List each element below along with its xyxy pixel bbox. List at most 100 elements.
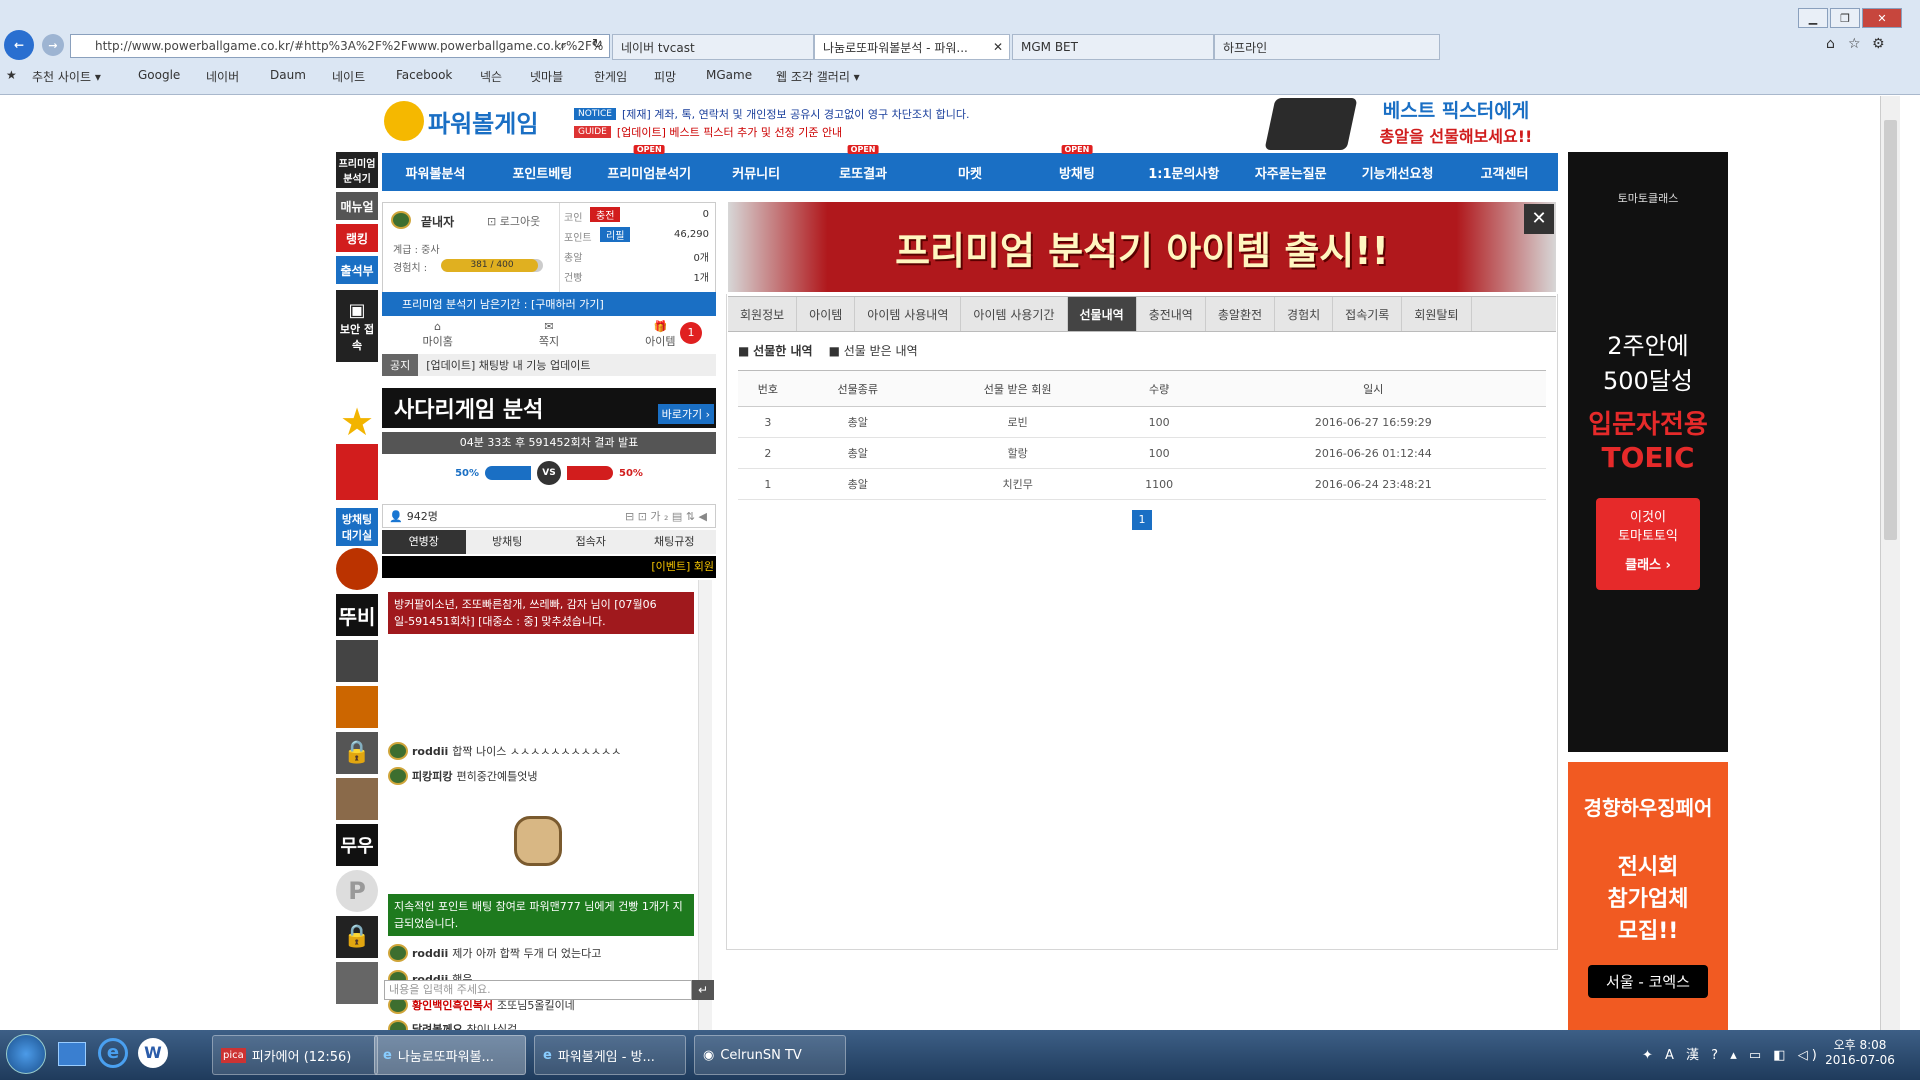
mypage-tab[interactable]: 접속기록 [1333, 297, 1403, 331]
address-bar[interactable]: http://www.powerballgame.co.kr/#http%3A%… [70, 34, 610, 58]
task-celrun[interactable]: ◉ CelrunSN TV [694, 1035, 846, 1075]
room-muu[interactable]: 무우 [336, 824, 378, 866]
item-button[interactable]: 🎁 아이템 1 [605, 320, 716, 352]
minimize-button[interactable]: ▁ [1798, 8, 1828, 28]
mypage-tab[interactable]: 총알환전 [1206, 297, 1276, 331]
word-icon[interactable]: W [138, 1038, 168, 1068]
filter-received[interactable]: ■ 선물 받은 내역 [829, 342, 918, 359]
side-attendance[interactable]: 출석부 [336, 256, 378, 284]
close-window-button[interactable]: ✕ [1862, 8, 1902, 28]
refresh-icon[interactable]: ↻ [592, 37, 603, 52]
favorites-star-icon[interactable]: ★ [6, 68, 17, 82]
side-room-chat[interactable]: 방채팅 대기실 [336, 508, 378, 546]
site-notice[interactable]: 공지 [업데이트] 채팅방 내 기능 업데이트 [382, 354, 716, 376]
mypage-tab[interactable]: 충전내역 [1137, 297, 1206, 331]
side-premium[interactable]: 프리미엄 분석기 [336, 152, 378, 188]
room-lock-icon[interactable]: 🔒 [336, 732, 378, 774]
mypage-tab[interactable]: 아이템 [797, 297, 856, 331]
fav-item[interactable]: Facebook [396, 68, 452, 82]
chat-send-button[interactable]: ↵ [692, 980, 714, 1000]
gnb-item[interactable]: 마켓 [917, 153, 1024, 191]
fav-item[interactable]: Daum [270, 68, 306, 82]
ad-btn[interactable]: 클래스 › [1596, 554, 1700, 573]
room-ttubi[interactable]: 뚜비 [336, 594, 378, 636]
tray-icons[interactable]: ✦ A 漢 ? ▴ ▭ ◧ ◁) [1642, 1044, 1821, 1063]
right-bar[interactable] [567, 466, 613, 480]
top-banner[interactable]: 베스트 픽스터에게 총알을 선물해보세요!! [1356, 96, 1556, 147]
fav-item[interactable]: 추천 사이트 ▾ [32, 68, 101, 85]
left-bar[interactable] [485, 466, 531, 480]
ad-toeic[interactable]: 토마토클래스 2주안에 500달성 입문자전용 TOEIC 이것이 토마토토익 … [1568, 152, 1728, 752]
gnb-item[interactable]: 기능개선요청 [1344, 153, 1451, 191]
side-manual[interactable]: 매뉴얼 [336, 192, 378, 220]
task-pica[interactable]: pica 피카에어 (12:56) [212, 1035, 378, 1075]
fav-item[interactable]: 넷마블 [530, 68, 563, 85]
chat-nick[interactable]: 피캉피캉 [412, 768, 452, 784]
chat-nick[interactable]: roddii [412, 745, 448, 758]
forward-button[interactable]: → [42, 34, 64, 56]
fav-item[interactable]: 네이버 [206, 68, 239, 85]
room-thumb-4[interactable] [336, 778, 378, 820]
tab-powerball[interactable]: 나눔로또파워볼분석 - 파워... ✕ [814, 34, 1010, 60]
star-icon[interactable]: ☆ [1848, 36, 1861, 52]
home-icon[interactable]: ⌂ [1826, 36, 1835, 52]
gnb-item[interactable]: 프리미엄분석기 OPEN [596, 145, 703, 191]
gnb-item[interactable]: 고객센터 [1451, 153, 1558, 191]
chat-tab-rules[interactable]: 채팅규정 [632, 530, 716, 554]
gnb-item[interactable]: 자주묻는질문 [1237, 153, 1344, 191]
room-thumb-5[interactable] [336, 962, 378, 1004]
chat-event-bar[interactable]: [이벤트] 회원 [382, 556, 716, 578]
notice-line[interactable]: NOTICE [제재] 계좌, 톡, 연락처 및 개인정보 공유시 경고없이 영… [574, 106, 969, 122]
room-thumb-2[interactable] [336, 640, 378, 682]
tab-mgm[interactable]: MGM BET [1012, 34, 1214, 60]
logout-button[interactable]: ⊡ 로그아웃 [487, 213, 540, 229]
maximize-button[interactable]: ❐ [1830, 8, 1860, 28]
fav-item[interactable]: Google [138, 68, 180, 82]
site-logo[interactable]: 파워볼게임 [384, 96, 544, 146]
room-thumb-1[interactable] [336, 548, 378, 590]
chat-input[interactable]: 내용을 입력해 주세요. [384, 980, 692, 1000]
side-ranking[interactable]: 랭킹 [336, 224, 378, 252]
guide-line[interactable]: GUIDE [업데이트] 베스트 픽스터 추가 및 선정 기준 안내 [574, 124, 842, 140]
tab-tvcast[interactable]: 네이버 tvcast [612, 34, 814, 60]
gnb-item[interactable]: 커뮤니티 [703, 153, 810, 191]
chat-nick[interactable]: roddii [412, 947, 448, 960]
fav-item[interactable]: MGame [706, 68, 752, 82]
search-icon[interactable]: ⌕ [560, 38, 567, 53]
ladder-go-button[interactable]: 바로가기 › [657, 404, 714, 424]
fav-item[interactable]: 피망 [654, 68, 676, 85]
mypage-tab[interactable]: 선물내역 [1067, 297, 1137, 331]
ladder-banner[interactable]: 사다리게임 분석 바로가기 › [382, 388, 716, 428]
mypage-tab[interactable]: 경험치 [1275, 297, 1334, 331]
myhome-button[interactable]: ⌂ 마이홈 [382, 320, 493, 352]
chat-tab-users[interactable]: 접속자 [549, 530, 633, 554]
task-ie-1[interactable]: e 나눔로또파워볼... [374, 1035, 526, 1075]
chat-tab-room[interactable]: 방채팅 [465, 530, 549, 554]
room-lock-icon-2[interactable]: 🔒 [336, 916, 378, 958]
chat-nick[interactable]: 달려볼께요 [412, 1021, 463, 1030]
chat-tools-icon[interactable]: ⊟ ⊡ 가 ₂ ▤ ⇅ ◀ [625, 508, 707, 524]
pagination-page[interactable]: 1 [1132, 510, 1152, 530]
close-icon[interactable]: ✕ [993, 40, 1003, 54]
chat-tab-main[interactable]: 연병장 [382, 530, 466, 554]
mypage-tab[interactable]: 아이템 사용내역 [855, 297, 962, 331]
side-secure[interactable]: ▣ 보안 접속 [336, 290, 378, 362]
back-button[interactable]: ← [4, 30, 34, 60]
fav-item[interactable]: 넥슨 [480, 68, 502, 85]
premium-banner[interactable]: 프리미엄 분석기 아이템 출시!! [728, 202, 1556, 292]
clock[interactable]: 오후 8:08 2016-07-06 [1820, 1036, 1900, 1067]
filter-given[interactable]: ■ 선물한 내역 [738, 342, 813, 359]
fav-item[interactable]: 한게임 [594, 68, 627, 85]
desktop-icon[interactable] [58, 1042, 86, 1066]
gnb-item[interactable]: 로또결과 OPEN [810, 145, 917, 191]
scroll-thumb[interactable] [1884, 120, 1897, 540]
gnb-item[interactable]: 파워볼분석 [382, 153, 489, 191]
banner-close-icon[interactable]: ✕ [1524, 204, 1554, 234]
ad-housing-fair[interactable]: 경향하우징페어 전시회 참가업체 모집!! 서울 - 코엑스 [1568, 762, 1728, 1030]
gnb-item[interactable]: 방채팅 OPEN [1023, 145, 1130, 191]
room-thumb-3[interactable] [336, 686, 378, 728]
gnb-item[interactable]: 1:1문의사항 [1130, 153, 1237, 191]
refill-button[interactable]: 리필 [600, 227, 631, 242]
fav-item[interactable]: 웹 조각 갤러리 ▾ [776, 68, 860, 85]
task-ie-2[interactable]: e 파워볼게임 - 방... [534, 1035, 686, 1075]
